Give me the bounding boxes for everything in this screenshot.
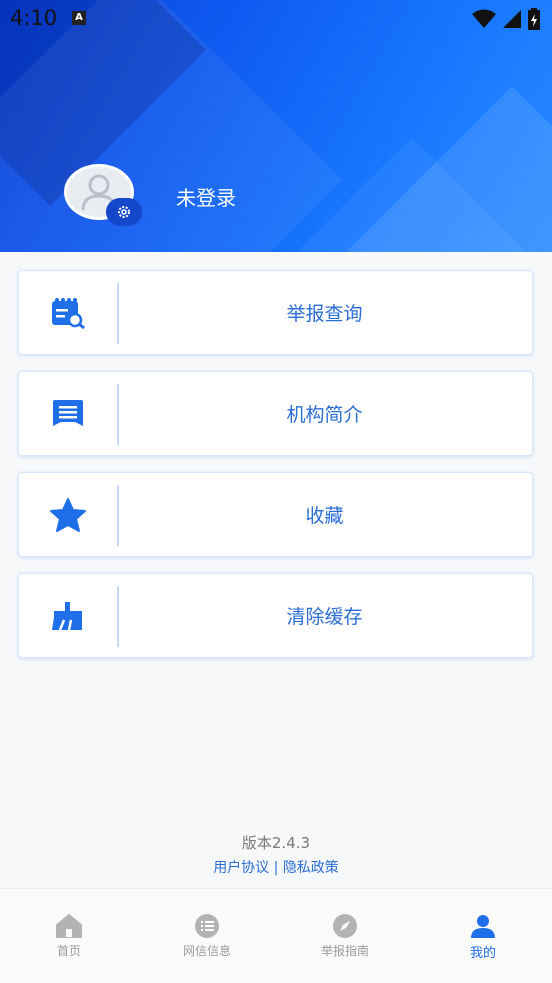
gear-icon xyxy=(118,206,130,218)
settings-button[interactable] xyxy=(106,198,142,226)
wifi-icon xyxy=(472,9,496,28)
status-time: 4:10 xyxy=(10,6,58,30)
privacy-policy-link[interactable]: 隐私政策 xyxy=(283,860,339,876)
list-icon xyxy=(195,914,219,938)
nav-label: 首页 xyxy=(56,944,81,958)
calendar-search-icon xyxy=(52,297,85,329)
footer: 版本2.4.3 用户协议 | 隐私政策 xyxy=(0,832,552,877)
version-text: 版本2.4.3 xyxy=(241,834,311,852)
profile-header: 4:10 A 未登录 xyxy=(0,0,552,252)
menu-item-favorites[interactable]: 收藏 xyxy=(18,472,533,557)
nav-label: 我的 xyxy=(469,946,496,961)
divider xyxy=(117,283,119,344)
nav-news[interactable]: 网信信息 xyxy=(138,889,276,983)
divider xyxy=(117,384,119,445)
nav-home[interactable]: 首页 xyxy=(0,889,138,983)
nav-guide[interactable]: 举报指南 xyxy=(276,889,414,983)
nav-profile[interactable]: 我的 xyxy=(414,889,552,983)
menu-list: 举报查询 机构简介 收藏 清除缓存 xyxy=(18,270,533,674)
menu-item-report-query[interactable]: 举报查询 xyxy=(18,270,533,355)
user-agreement-link[interactable]: 用户协议 xyxy=(213,860,269,876)
menu-item-organization[interactable]: 机构简介 xyxy=(18,371,533,456)
nav-label: 举报指南 xyxy=(320,944,369,958)
status-icons xyxy=(472,8,540,30)
policy-links: 用户协议 | 隐私政策 xyxy=(0,857,552,877)
link-separator: | xyxy=(273,860,279,876)
bottom-nav: 首页 网信信息 举报指南 我的 xyxy=(0,888,552,983)
nav-label: 网信信息 xyxy=(182,944,231,958)
compass-icon xyxy=(333,914,357,938)
notification-icon: A xyxy=(72,11,86,25)
status-bar: 4:10 A xyxy=(0,0,552,38)
battery-icon xyxy=(528,8,540,30)
signal-icon xyxy=(503,10,521,28)
message-icon xyxy=(53,399,83,426)
home-icon xyxy=(56,914,82,938)
divider xyxy=(117,485,119,546)
broom-icon xyxy=(52,601,82,630)
person-icon xyxy=(471,915,495,938)
menu-item-label: 清除缓存 xyxy=(286,606,363,628)
menu-item-clear-cache[interactable]: 清除缓存 xyxy=(18,573,533,658)
divider xyxy=(117,586,119,647)
menu-item-label: 机构简介 xyxy=(286,404,363,426)
username[interactable]: 未登录 xyxy=(176,182,236,211)
menu-item-label: 收藏 xyxy=(305,505,344,527)
menu-item-label: 举报查询 xyxy=(286,303,363,325)
star-icon xyxy=(50,497,86,532)
